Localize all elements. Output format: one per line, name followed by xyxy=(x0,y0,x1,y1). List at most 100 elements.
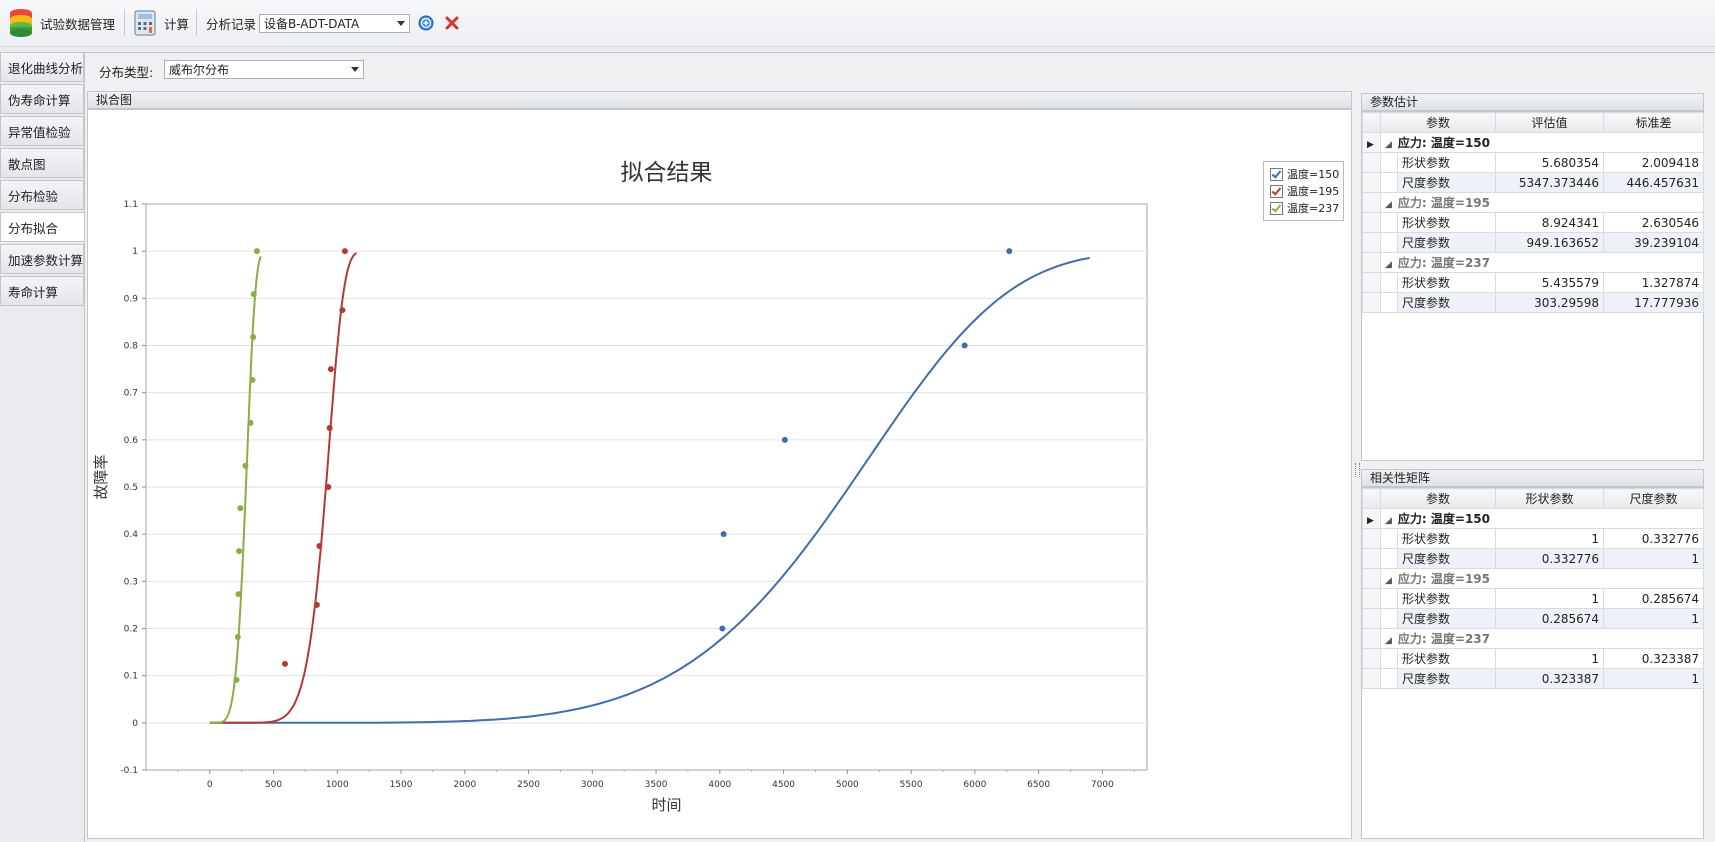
expand-toggle-icon[interactable]: ◢ xyxy=(1385,516,1392,526)
table-cell[interactable]: 0.332776 xyxy=(1603,528,1705,549)
data-point[interactable] xyxy=(313,601,320,608)
column-header[interactable]: 参数 xyxy=(1379,488,1497,509)
legend-item-150[interactable]: 温度=150 xyxy=(1270,166,1339,182)
row-indicator[interactable] xyxy=(1362,628,1381,649)
tab-pseudo-life[interactable]: 伪寿命计算 xyxy=(0,84,84,114)
group-row[interactable]: ◢ 应力: 温度=195 xyxy=(1362,192,1705,213)
record-select[interactable]: 设备B-ADT-DATA xyxy=(259,14,410,33)
table-cell[interactable]: 8.924341 xyxy=(1495,212,1605,233)
table-cell[interactable]: 0.285674 xyxy=(1495,608,1605,629)
table-row[interactable]: 形状参数 8.924341 2.630546 xyxy=(1362,212,1705,233)
table-cell[interactable]: 形状参数 xyxy=(1396,152,1497,173)
tab-outlier[interactable]: 异常值检验 xyxy=(0,116,84,146)
row-indicator[interactable]: ▶ xyxy=(1362,132,1381,153)
data-point[interactable] xyxy=(719,625,726,632)
table-cell[interactable]: 5.435579 xyxy=(1495,272,1605,293)
row-indicator[interactable] xyxy=(1362,568,1381,589)
column-header[interactable]: 形状参数 xyxy=(1495,488,1605,509)
group-row[interactable]: ▶ ◢ 应力: 温度=150 xyxy=(1362,508,1705,529)
table-cell[interactable]: 17.777936 xyxy=(1603,292,1705,313)
table-cell[interactable]: 形状参数 xyxy=(1396,272,1497,293)
column-header[interactable]: 标准差 xyxy=(1603,112,1705,133)
table-cell[interactable]: 尺度参数 xyxy=(1396,292,1497,313)
group-row[interactable]: ▶ ◢ 应力: 温度=150 xyxy=(1362,132,1705,153)
table-cell[interactable]: 2.630546 xyxy=(1603,212,1705,233)
table-row[interactable]: 形状参数 1 0.323387 xyxy=(1362,648,1705,669)
expand-toggle-icon[interactable]: ◢ xyxy=(1385,140,1392,150)
table-row[interactable]: 形状参数 5.680354 2.009418 xyxy=(1362,152,1705,173)
delete-record-button[interactable] xyxy=(445,0,459,46)
table-row[interactable]: 尺度参数 0.323387 1 xyxy=(1362,668,1705,689)
column-header[interactable]: 尺度参数 xyxy=(1603,488,1705,509)
table-cell[interactable]: 1 xyxy=(1495,588,1605,609)
table-cell[interactable]: 尺度参数 xyxy=(1396,548,1497,569)
data-point[interactable] xyxy=(236,548,243,555)
group-row[interactable]: ◢ 应力: 温度=237 xyxy=(1362,628,1705,649)
table-cell[interactable]: 0.323387 xyxy=(1603,648,1705,669)
tab-dist-test[interactable]: 分布检验 xyxy=(0,180,84,210)
table-cell[interactable]: 39.239104 xyxy=(1603,232,1705,253)
data-point[interactable] xyxy=(961,342,968,349)
data-point[interactable] xyxy=(326,425,333,432)
data-point[interactable] xyxy=(316,542,323,549)
data-point[interactable] xyxy=(249,376,256,383)
row-indicator[interactable] xyxy=(1362,252,1381,273)
column-header[interactable]: 参数 xyxy=(1379,112,1497,133)
table-cell[interactable]: 尺度参数 xyxy=(1396,608,1497,629)
tab-life-calc[interactable]: 寿命计算 xyxy=(0,276,84,306)
row-indicator[interactable] xyxy=(1362,192,1381,213)
table-row[interactable]: 尺度参数 5347.373446 446.457631 xyxy=(1362,172,1705,193)
table-cell[interactable]: 5.680354 xyxy=(1495,152,1605,173)
table-cell[interactable]: 尺度参数 xyxy=(1396,232,1497,253)
data-point[interactable] xyxy=(781,436,788,443)
data-point[interactable] xyxy=(339,307,346,314)
data-point[interactable] xyxy=(341,248,348,255)
table-cell[interactable]: 1.327874 xyxy=(1603,272,1705,293)
group-row[interactable]: ◢ 应力: 温度=237 xyxy=(1362,252,1705,273)
expand-toggle-icon[interactable]: ◢ xyxy=(1385,636,1392,646)
data-point[interactable] xyxy=(234,633,241,640)
column-header[interactable]: 评估值 xyxy=(1495,112,1605,133)
group-row[interactable]: ◢ 应力: 温度=195 xyxy=(1362,568,1705,589)
table-cell[interactable]: 446.457631 xyxy=(1603,172,1705,193)
table-row[interactable]: 形状参数 1 0.285674 xyxy=(1362,588,1705,609)
table-row[interactable]: 尺度参数 0.285674 1 xyxy=(1362,608,1705,629)
legend-item-195[interactable]: 温度=195 xyxy=(1270,183,1339,199)
table-cell[interactable]: 尺度参数 xyxy=(1396,172,1497,193)
checkbox-checked-icon[interactable] xyxy=(1270,167,1283,181)
data-point[interactable] xyxy=(235,591,242,598)
expand-toggle-icon[interactable]: ◢ xyxy=(1385,200,1392,210)
data-point[interactable] xyxy=(250,291,257,298)
tab-degradation[interactable]: 退化曲线分析 xyxy=(0,52,84,82)
table-cell[interactable]: 形状参数 xyxy=(1396,648,1497,669)
table-row[interactable]: 形状参数 5.435579 1.327874 xyxy=(1362,272,1705,293)
legend-item-237[interactable]: 温度=237 xyxy=(1270,200,1339,216)
add-record-button[interactable] xyxy=(418,0,434,46)
table-cell[interactable]: 形状参数 xyxy=(1396,212,1497,233)
table-cell[interactable]: 0.285674 xyxy=(1603,588,1705,609)
tab-dist-fit[interactable]: 分布拟合 xyxy=(0,212,86,242)
table-row[interactable]: 尺度参数 949.163652 39.239104 xyxy=(1362,232,1705,253)
expand-toggle-icon[interactable]: ◢ xyxy=(1385,260,1392,270)
data-point[interactable] xyxy=(253,248,260,255)
table-row[interactable]: 尺度参数 0.332776 1 xyxy=(1362,548,1705,569)
calc-button[interactable]: 计算 xyxy=(134,0,189,46)
splitter-handle[interactable] xyxy=(1355,463,1360,477)
data-point[interactable] xyxy=(247,419,254,426)
table-cell[interactable]: 1 xyxy=(1495,648,1605,669)
table-cell[interactable]: 1 xyxy=(1603,548,1705,569)
dist-type-select[interactable]: 威布尔分布 xyxy=(164,60,364,79)
data-point[interactable] xyxy=(327,366,334,373)
row-indicator[interactable]: ▶ xyxy=(1362,508,1381,529)
table-cell[interactable]: 0.332776 xyxy=(1495,548,1605,569)
expand-toggle-icon[interactable]: ◢ xyxy=(1385,576,1392,586)
data-point[interactable] xyxy=(1006,248,1013,255)
table-cell[interactable]: 尺度参数 xyxy=(1396,668,1497,689)
table-row[interactable]: 形状参数 1 0.332776 xyxy=(1362,528,1705,549)
app-menu[interactable]: 试验数据管理 xyxy=(8,0,115,46)
table-cell[interactable]: 形状参数 xyxy=(1396,588,1497,609)
table-cell[interactable]: 1 xyxy=(1495,528,1605,549)
tab-accel-params[interactable]: 加速参数计算 xyxy=(0,244,84,274)
checkbox-checked-icon[interactable] xyxy=(1270,201,1283,215)
table-cell[interactable]: 0.323387 xyxy=(1495,668,1605,689)
